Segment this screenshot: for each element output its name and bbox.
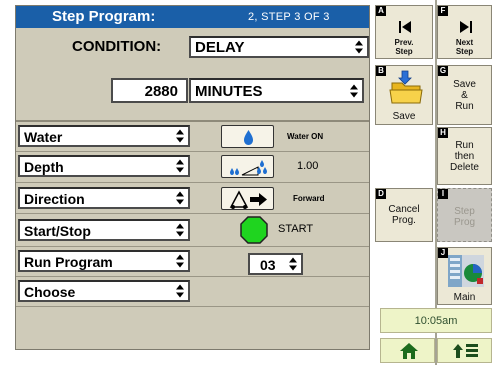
save-label: Save — [392, 111, 416, 122]
choose-select[interactable]: Choose — [18, 280, 190, 302]
row-divider — [16, 213, 369, 214]
row-divider — [16, 276, 369, 277]
delay-amount-value: 2880 — [144, 83, 178, 100]
up-menu-button[interactable] — [437, 338, 492, 363]
folder-save-icon — [389, 70, 423, 104]
prev-step-button[interactable]: A Prev. Step — [375, 5, 433, 59]
row-label: Direction — [24, 191, 85, 207]
direction-value: Forward — [293, 194, 325, 203]
key-label: F — [438, 6, 448, 16]
key-label: H — [438, 128, 448, 138]
section-divider — [16, 120, 369, 122]
key-label: A — [376, 6, 386, 16]
depth-button[interactable] — [221, 155, 274, 178]
direction-button[interactable] — [221, 187, 274, 210]
save-and-run-button[interactable]: G Save & Run — [437, 65, 492, 125]
save-button[interactable]: B Save — [375, 65, 433, 125]
depth-select[interactable]: Depth — [18, 155, 190, 177]
spinner-icon — [176, 284, 184, 298]
key-label: D — [376, 189, 386, 199]
run-then-delete-button[interactable]: H Run then Delete — [437, 127, 492, 185]
key-label: G — [438, 66, 448, 76]
cancel-program-button[interactable]: D Cancel Prog. — [375, 188, 433, 242]
key-label: J — [438, 248, 448, 258]
page-title: Step Program: — [52, 8, 156, 25]
direction-select[interactable]: Direction — [18, 187, 190, 209]
step-indicator: 2, STEP 3 OF 3 — [248, 11, 330, 23]
main-label: Main — [453, 292, 476, 303]
skip-back-icon — [399, 21, 411, 33]
start-stop-select[interactable]: Start/Stop — [18, 219, 190, 241]
row-label: Water — [24, 129, 63, 145]
side-button-panel: A Prev. Step F Next Step B Save G Save &… — [370, 0, 493, 365]
main-screen-icon — [448, 255, 484, 287]
next-step-label: Next Step — [455, 38, 474, 56]
spinner-icon — [355, 40, 363, 54]
title-bar: Step Program: 2, STEP 3 OF 3 — [16, 6, 369, 28]
main-button[interactable]: J Main — [437, 247, 492, 305]
condition-value: DELAY — [195, 39, 245, 56]
depth-drops-icon — [230, 160, 267, 176]
water-button[interactable] — [221, 125, 274, 148]
water-status: Water ON — [287, 132, 324, 141]
spinner-icon — [289, 257, 297, 271]
condition-select[interactable]: DELAY — [189, 36, 369, 58]
delay-amount-field[interactable]: 2880 — [111, 78, 188, 103]
row-label: Depth — [24, 159, 64, 175]
step-program-label: Step Prog — [453, 206, 476, 228]
row-label: Run Program — [24, 254, 113, 270]
spinner-icon — [350, 84, 358, 97]
spinner-icon — [176, 191, 184, 205]
spinner-icon — [176, 159, 184, 173]
clock-display: 10:05am — [380, 308, 492, 333]
key-label: B — [376, 66, 386, 76]
save-and-run-label: Save & Run — [453, 79, 476, 112]
spinner-icon — [176, 254, 184, 268]
skip-forward-icon — [460, 21, 472, 33]
start-octagon-icon[interactable] — [239, 215, 269, 245]
screen: Step Program: 2, STEP 3 OF 3 CONDITION: … — [0, 0, 493, 365]
next-step-button[interactable]: F Next Step — [437, 5, 492, 59]
depth-value: 1.00 — [297, 160, 319, 172]
row-divider — [16, 151, 369, 152]
program-number-value: 03 — [260, 257, 276, 273]
clock-time: 10:05am — [414, 315, 458, 327]
condition-label: CONDITION: — [72, 38, 162, 55]
spinner-icon — [176, 223, 184, 237]
row-divider — [16, 182, 369, 183]
direction-arrow-icon — [229, 190, 267, 209]
step-program-panel: Step Program: 2, STEP 3 OF 3 CONDITION: … — [15, 5, 370, 350]
program-number-select[interactable]: 03 — [248, 253, 303, 275]
water-select[interactable]: Water — [18, 125, 190, 147]
row-divider — [16, 246, 369, 247]
row-label: Choose — [24, 284, 76, 300]
row-label: Start/Stop — [24, 223, 91, 239]
start-status: START — [278, 223, 314, 235]
row-divider — [16, 306, 369, 307]
delay-unit-value: MINUTES — [195, 83, 263, 100]
home-button[interactable] — [380, 338, 435, 363]
home-icon — [400, 343, 418, 359]
spinner-icon — [176, 129, 184, 143]
up-list-icon — [453, 344, 478, 358]
cancel-program-label: Cancel Prog. — [388, 204, 420, 226]
water-drop-icon — [244, 130, 253, 145]
step-program-button[interactable]: I Step Prog — [437, 188, 492, 242]
delay-unit-select[interactable]: MINUTES — [189, 78, 364, 103]
key-label: I — [438, 189, 448, 199]
run-program-select[interactable]: Run Program — [18, 250, 190, 272]
run-then-delete-label: Run then Delete — [450, 140, 479, 173]
prev-step-label: Prev. Step — [394, 38, 414, 56]
